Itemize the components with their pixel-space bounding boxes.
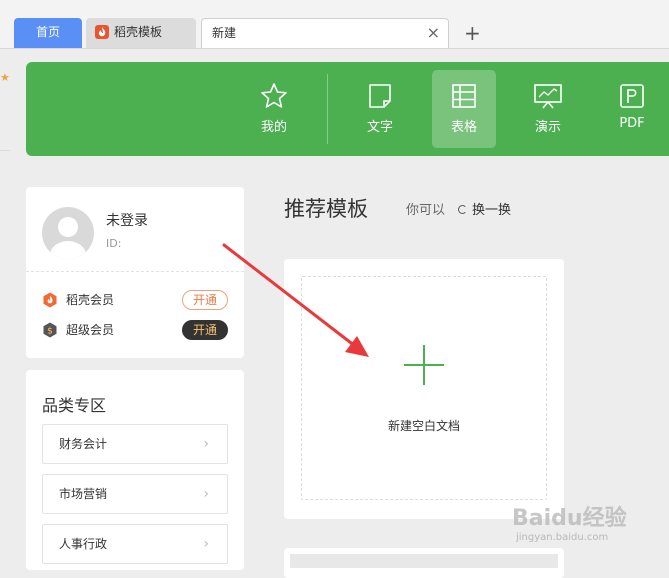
nav-item-pdf[interactable]: PDF <box>600 70 664 148</box>
category-item-hr[interactable]: 人事行政 › <box>42 524 228 564</box>
tab-label: 新建 <box>212 26 237 40</box>
nav-item-presentation[interactable]: 演示 <box>516 70 580 148</box>
daoke-member-open-button[interactable]: 开通 <box>182 290 228 310</box>
create-type-banner: 我的 文字 表格 演示 PDF <box>26 62 669 156</box>
page-title: 推荐模板 <box>284 197 368 221</box>
user-name[interactable]: 未登录 <box>106 210 148 230</box>
category-item-finance[interactable]: 财务会计 › <box>42 424 228 464</box>
category-card: 品类专区 财务会计 › 市场营销 › 人事行政 › <box>26 370 244 570</box>
document-icon <box>369 84 391 108</box>
nav-label: 我的 <box>260 120 287 135</box>
daoke-member-label: 稻壳会员 <box>66 293 115 307</box>
new-blank-dropzone[interactable]: 新建空白文档 <box>301 276 547 500</box>
refresh-icon <box>458 205 467 214</box>
category-item-marketing[interactable]: 市场营销 › <box>42 474 228 514</box>
chevron-right-icon: › <box>203 436 209 452</box>
tab-home[interactable]: 首页 <box>14 18 82 48</box>
daoke-member-row: 稻壳会员 开通 <box>42 290 228 310</box>
nav-label: PDF <box>619 116 645 131</box>
daoke-member-icon <box>43 292 57 308</box>
nav-label: 表格 <box>450 120 477 135</box>
category-item-label: 人事行政 <box>59 537 108 551</box>
new-blank-card[interactable]: 新建空白文档 <box>284 259 564 519</box>
presentation-icon <box>534 84 562 109</box>
tab-label: 稻壳模板 <box>114 25 163 39</box>
close-tab-icon[interactable]: × <box>427 19 440 47</box>
tab-bar: 首页 稻壳模板 新建 × + <box>0 0 669 49</box>
new-blank-label: 新建空白文档 <box>387 419 460 433</box>
user-avatar-icon <box>50 217 86 259</box>
template-thumbnail <box>290 554 558 568</box>
daoke-logo-icon <box>95 25 109 39</box>
refresh-hint: 你可以 <box>406 203 446 218</box>
add-tab-icon[interactable]: + <box>464 20 481 46</box>
super-member-row: $ 超级会员 开通 <box>42 320 228 340</box>
tab-new[interactable]: 新建 × <box>201 18 449 48</box>
browser-edge-divider <box>0 150 10 151</box>
divider <box>26 271 244 272</box>
nav-label: 文字 <box>366 120 393 135</box>
favorite-star-icon: ★ <box>0 71 10 84</box>
category-item-label: 财务会计 <box>59 437 108 451</box>
category-item-label: 市场营销 <box>59 487 108 501</box>
super-member-label: 超级会员 <box>66 323 115 337</box>
tab-daoke-templates[interactable]: 稻壳模板 <box>86 18 196 48</box>
super-member-open-button[interactable]: 开通 <box>182 320 228 340</box>
nav-divider <box>327 74 328 144</box>
watermark: Baidu经验 jingyan.baidu.com <box>508 494 658 554</box>
super-member-icon: $ <box>43 322 57 338</box>
plus-icon <box>404 345 444 385</box>
svg-text:$: $ <box>47 327 53 337</box>
user-card: 未登录 ID: 稻壳会员 开通 $ 超级会员 开通 <box>26 187 244 358</box>
nav-item-writer[interactable]: 文字 <box>348 70 412 148</box>
watermark-url: jingyan.baidu.com <box>516 532 609 543</box>
star-icon <box>261 83 287 108</box>
tab-label: 首页 <box>35 25 60 39</box>
chevron-right-icon: › <box>203 486 209 502</box>
user-id-label: ID: <box>106 237 122 250</box>
avatar[interactable] <box>42 207 94 259</box>
nav-item-mine[interactable]: 我的 <box>242 70 306 148</box>
spreadsheet-icon <box>452 84 476 108</box>
refresh-label: 换一换 <box>472 203 512 218</box>
category-title: 品类专区 <box>42 396 107 415</box>
watermark-text: Baidu经验 <box>512 506 627 531</box>
nav-item-spreadsheet[interactable]: 表格 <box>432 70 496 148</box>
chevron-right-icon: › <box>203 536 209 552</box>
refresh-button[interactable]: 换一换 <box>458 199 511 218</box>
nav-label: 演示 <box>534 120 561 135</box>
pdf-icon <box>620 84 644 108</box>
